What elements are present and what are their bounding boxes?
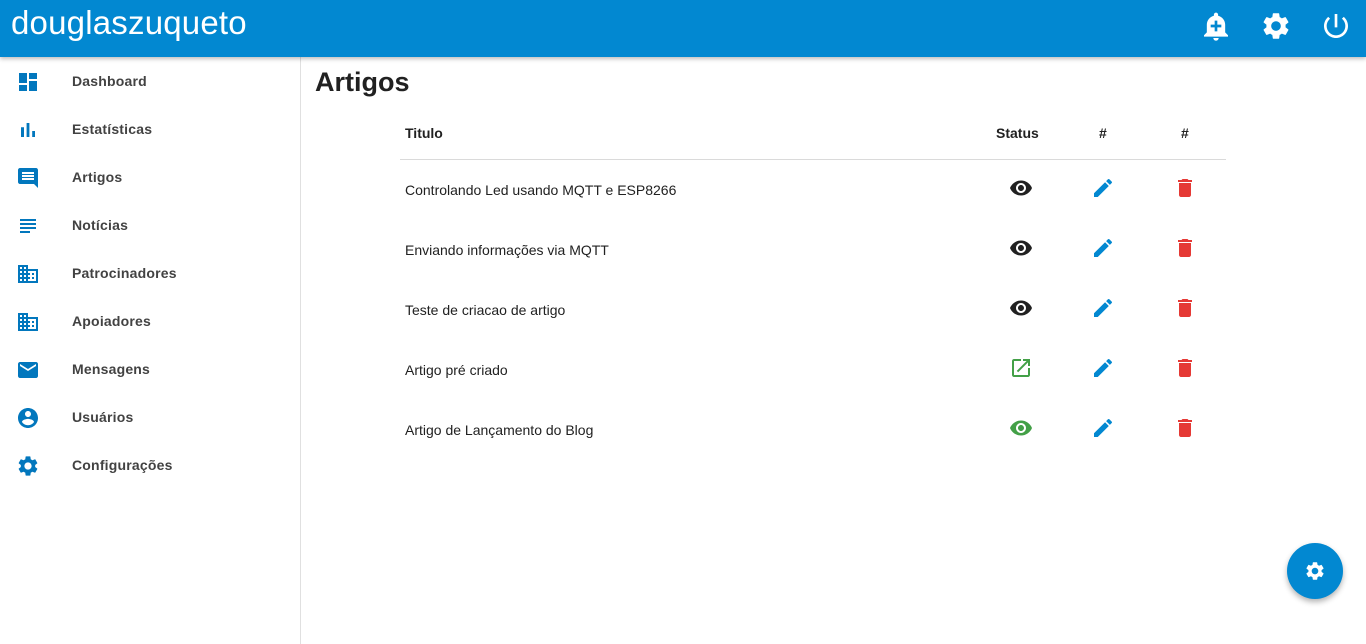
sidebar: Dashboard Estatísticas Artigos Notícias … — [0, 57, 301, 644]
settings-icon — [1306, 562, 1324, 580]
sidebar-item-usuarios[interactable]: Usuários — [0, 394, 300, 442]
table-row: Artigo de Lançamento do Blog — [400, 400, 1226, 460]
table-row: Enviando informações via MQTT — [400, 220, 1226, 280]
edit-icon[interactable] — [1091, 296, 1115, 320]
sidebar-item-noticias[interactable]: Notícias — [0, 202, 300, 250]
status-eye-icon[interactable] — [1009, 296, 1033, 320]
table-row: Controlando Led usando MQTT e ESP8266 — [400, 160, 1226, 220]
sidebar-item-configuracoes[interactable]: Configurações — [0, 442, 300, 490]
business-icon — [16, 310, 40, 334]
column-header-delete: # — [1181, 125, 1189, 141]
sidebar-item-label: Usuários — [72, 409, 134, 425]
account-circle-icon — [16, 406, 40, 430]
delete-icon[interactable] — [1173, 236, 1197, 260]
mail-icon — [16, 358, 40, 382]
column-header-edit: # — [1099, 125, 1107, 141]
article-title[interactable]: Teste de criacao de artigo — [405, 302, 565, 318]
sidebar-item-artigos[interactable]: Artigos — [0, 154, 300, 202]
brand-title[interactable]: douglaszuqueto — [11, 4, 247, 42]
add-alert-icon[interactable] — [1200, 10, 1232, 42]
sidebar-item-estatisticas[interactable]: Estatísticas — [0, 106, 300, 154]
sidebar-item-label: Mensagens — [72, 361, 151, 377]
delete-icon[interactable] — [1173, 176, 1197, 200]
comment-icon — [16, 166, 40, 190]
edit-icon[interactable] — [1091, 416, 1115, 440]
settings-icon[interactable] — [1260, 10, 1292, 42]
sidebar-item-label: Configurações — [72, 457, 173, 473]
sidebar-item-patrocinadores[interactable]: Patrocinadores — [0, 250, 300, 298]
table-row: Teste de criacao de artigo — [400, 280, 1226, 340]
sidebar-item-label: Artigos — [72, 169, 123, 185]
status-eye-icon[interactable] — [1009, 176, 1033, 200]
top-app-bar: douglaszuqueto — [0, 0, 1366, 57]
page-title: Artigos — [315, 67, 410, 97]
articles-table: Titulo Status # # Controlando Led usando… — [400, 108, 1226, 460]
article-title[interactable]: Enviando informações via MQTT — [405, 242, 609, 258]
table-body: Controlando Led usando MQTT e ESP8266 Env… — [400, 160, 1226, 460]
column-header-status: Status — [996, 125, 1039, 141]
delete-icon[interactable] — [1173, 416, 1197, 440]
sidebar-item-label: Estatísticas — [72, 121, 153, 137]
dashboard-icon — [16, 70, 40, 94]
table-header: Titulo Status # # — [400, 108, 1226, 160]
status-eye-icon[interactable] — [1009, 416, 1033, 440]
settings-fab-button[interactable] — [1287, 543, 1343, 599]
column-header-title: Titulo — [405, 125, 443, 141]
article-title[interactable]: Artigo de Lançamento do Blog — [405, 422, 593, 438]
delete-icon[interactable] — [1173, 356, 1197, 380]
sidebar-item-label: Notícias — [72, 217, 129, 233]
delete-icon[interactable] — [1173, 296, 1197, 320]
power-icon[interactable] — [1320, 10, 1352, 42]
sidebar-item-apoiadores[interactable]: Apoiadores — [0, 298, 300, 346]
sidebar-item-dashboard[interactable]: Dashboard — [0, 58, 300, 106]
edit-icon[interactable] — [1091, 356, 1115, 380]
sidebar-item-mensagens[interactable]: Mensagens — [0, 346, 300, 394]
edit-icon[interactable] — [1091, 176, 1115, 200]
article-title[interactable]: Artigo pré criado — [405, 362, 508, 378]
settings-icon — [16, 454, 40, 478]
sidebar-item-label: Patrocinadores — [72, 265, 177, 281]
status-open-in-new-icon[interactable] — [1009, 356, 1033, 380]
status-eye-icon[interactable] — [1009, 236, 1033, 260]
table-row: Artigo pré criado — [400, 340, 1226, 400]
article-title[interactable]: Controlando Led usando MQTT e ESP8266 — [405, 182, 676, 198]
business-icon — [16, 262, 40, 286]
subject-icon — [16, 214, 40, 238]
sidebar-item-label: Apoiadores — [72, 313, 152, 329]
bar-chart-icon — [16, 118, 40, 142]
edit-icon[interactable] — [1091, 236, 1115, 260]
sidebar-item-label: Dashboard — [72, 73, 147, 89]
